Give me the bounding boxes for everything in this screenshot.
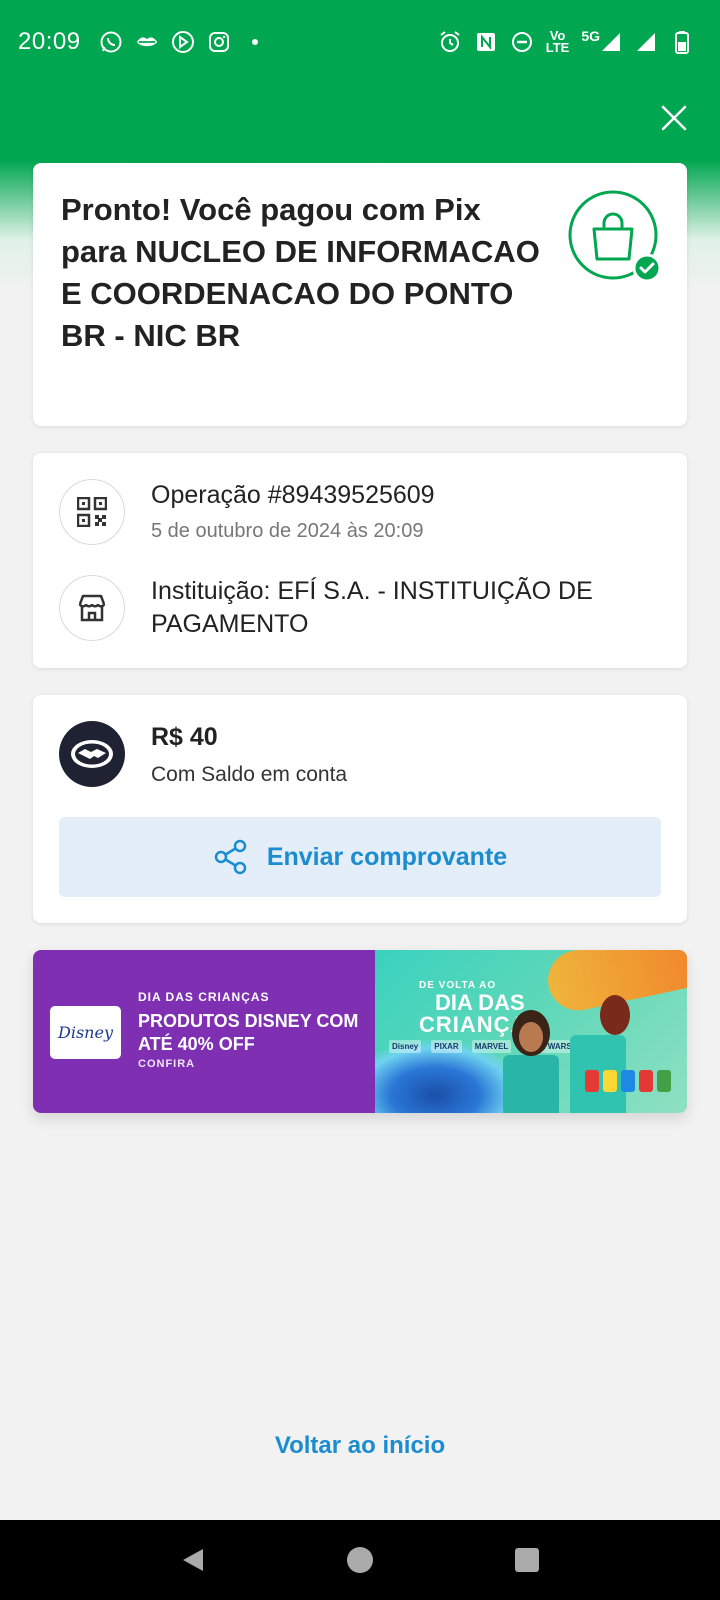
payment-success-title: Pronto! Você pagou com Pix para NUCLEO D… [61, 192, 540, 353]
status-bar: 20:09 Vo LTE 5G [0, 0, 720, 84]
brand-marvel: MARVEL [471, 1040, 512, 1053]
share-icon [214, 839, 247, 875]
banner-character-ariel [600, 995, 630, 1035]
store-icon [59, 575, 125, 641]
handshake-icon [59, 721, 125, 787]
whatsapp-icon [99, 30, 123, 54]
shopping-bag-check-icon [567, 189, 662, 283]
promo-kicker: DIA DAS CRIANÇAS [138, 990, 270, 1004]
nav-recents-button[interactable] [507, 1540, 547, 1580]
promo-cta[interactable]: CONFIRA [138, 1058, 195, 1070]
banner-character-face [519, 1022, 543, 1052]
disney-logo-text: Disney [58, 1023, 113, 1042]
payment-amount-card: R$ 40 Com Saldo em conta Enviar comprova… [33, 695, 687, 923]
nav-home-button[interactable] [340, 1540, 380, 1580]
promo-title: PRODUTOS DISNEY COM ATÉ 40% OFF [138, 1011, 359, 1054]
battery-icon [670, 30, 694, 54]
promo-banner[interactable]: Disney DIA DAS CRIANÇAS PRODUTOS DISNEY … [33, 950, 687, 1113]
institution-name: Instituição: EFÍ S.A. - INSTITUIÇÃO DE P… [151, 577, 593, 638]
volte-bottom-text: LTE [545, 40, 570, 55]
promo-banner-text-panel: Disney DIA DAS CRIANÇAS PRODUTOS DISNEY … [33, 950, 375, 1113]
volte-indicator: Vo LTE [545, 29, 570, 55]
brand-pixar: PIXAR [431, 1040, 462, 1053]
nav-back-button[interactable] [173, 1540, 213, 1580]
alarm-icon [438, 30, 462, 54]
back-to-home-link[interactable]: Voltar ao início [0, 1432, 720, 1460]
payment-amount: R$ 40 [151, 723, 218, 751]
amount-row: R$ 40 Com Saldo em conta [59, 721, 661, 787]
success-card: Pronto! Você pagou com Pix para NUCLEO D… [33, 163, 687, 426]
operation-number: Operação #89439525609 [151, 481, 435, 509]
promo-banner-image: DE VOLTA AO DIA DAS CRIANÇAS Disney PIXA… [375, 950, 687, 1113]
operation-row: Operação #89439525609 5 de outubro de 20… [59, 479, 661, 545]
home-circle-icon [346, 1547, 373, 1573]
send-receipt-label: Enviar comprovante [266, 842, 508, 871]
banner-pedestal [503, 1055, 559, 1113]
signal-strength-icon [634, 30, 658, 54]
recents-square-icon [514, 1548, 539, 1572]
send-receipt-button[interactable]: Enviar comprovante [59, 817, 661, 897]
notification-dot-icon [243, 30, 267, 54]
system-navigation-bar [0, 1520, 720, 1600]
network-type: 5G [581, 28, 600, 44]
close-icon [661, 105, 687, 131]
close-button[interactable] [656, 100, 692, 136]
back-triangle-icon [183, 1549, 204, 1571]
network-signal-icon: 5G [581, 28, 622, 54]
nfc-icon [474, 30, 498, 54]
lips-app-icon [135, 30, 159, 54]
operation-datetime: 5 de outubro de 2024 às 20:09 [151, 520, 424, 542]
banner-toys [585, 1070, 675, 1094]
do-not-disturb-icon [510, 30, 534, 54]
instagram-icon [207, 30, 231, 54]
play-app-icon [171, 30, 195, 54]
status-time: 20:09 [18, 28, 81, 55]
brand-disney: Disney [389, 1040, 422, 1053]
operation-details-card: Operação #89439525609 5 de outubro de 20… [33, 453, 687, 668]
institution-row: Instituição: EFÍ S.A. - INSTITUIÇÃO DE P… [59, 575, 661, 641]
qr-code-icon [59, 479, 125, 545]
disney-logo: Disney [50, 1006, 121, 1059]
payment-method: Com Saldo em conta [151, 763, 348, 786]
